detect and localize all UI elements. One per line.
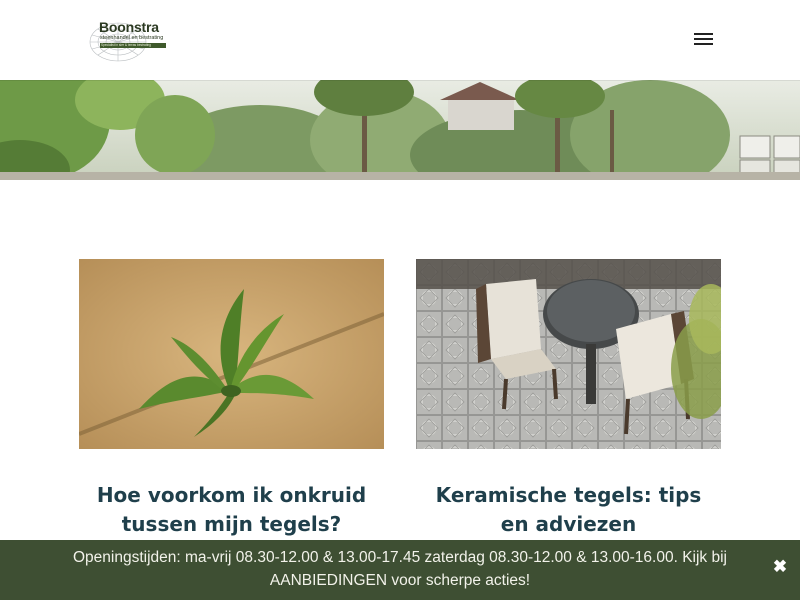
- logo-brand-text: Boonstra: [99, 19, 159, 35]
- blog-post-card: Keramische tegels: tips en adviezen: [416, 259, 721, 539]
- blog-post-title[interactable]: Keramische tegels: tips en adviezen: [416, 481, 721, 539]
- menu-bar: [694, 33, 713, 35]
- weed-between-tiles-photo[interactable]: [79, 259, 384, 449]
- menu-bar: [694, 43, 713, 45]
- opening-hours-notice-bar: Openingstijden: ma-vrij 08.30-12.00 & 13…: [0, 540, 800, 600]
- page: Boonstra steenhandel en bestrating Speci…: [0, 0, 800, 600]
- blog-post-card: Hoe voorkom ik onkruid tussen mijn tegel…: [79, 259, 384, 539]
- logo-tagline: Specialist in sier & terras bestrating: [100, 43, 166, 48]
- opening-hours-text: Openingstijden: ma-vrij 08.30-12.00 & 13…: [72, 549, 727, 589]
- site-logo[interactable]: Boonstra steenhandel en bestrating Speci…: [88, 16, 168, 62]
- menu-bar: [694, 38, 713, 40]
- close-x-icon[interactable]: ✖: [771, 558, 789, 576]
- logo-subtitle: steenhandel en bestrating: [100, 35, 164, 41]
- hamburger-menu-icon[interactable]: [692, 31, 716, 49]
- blog-post-title[interactable]: Hoe voorkom ik onkruid tussen mijn tegel…: [79, 481, 384, 539]
- hero-garden-photo: [0, 80, 800, 180]
- ceramic-tiles-terrace-photo[interactable]: [416, 259, 721, 449]
- site-header: Boonstra steenhandel en bestrating Speci…: [0, 0, 800, 80]
